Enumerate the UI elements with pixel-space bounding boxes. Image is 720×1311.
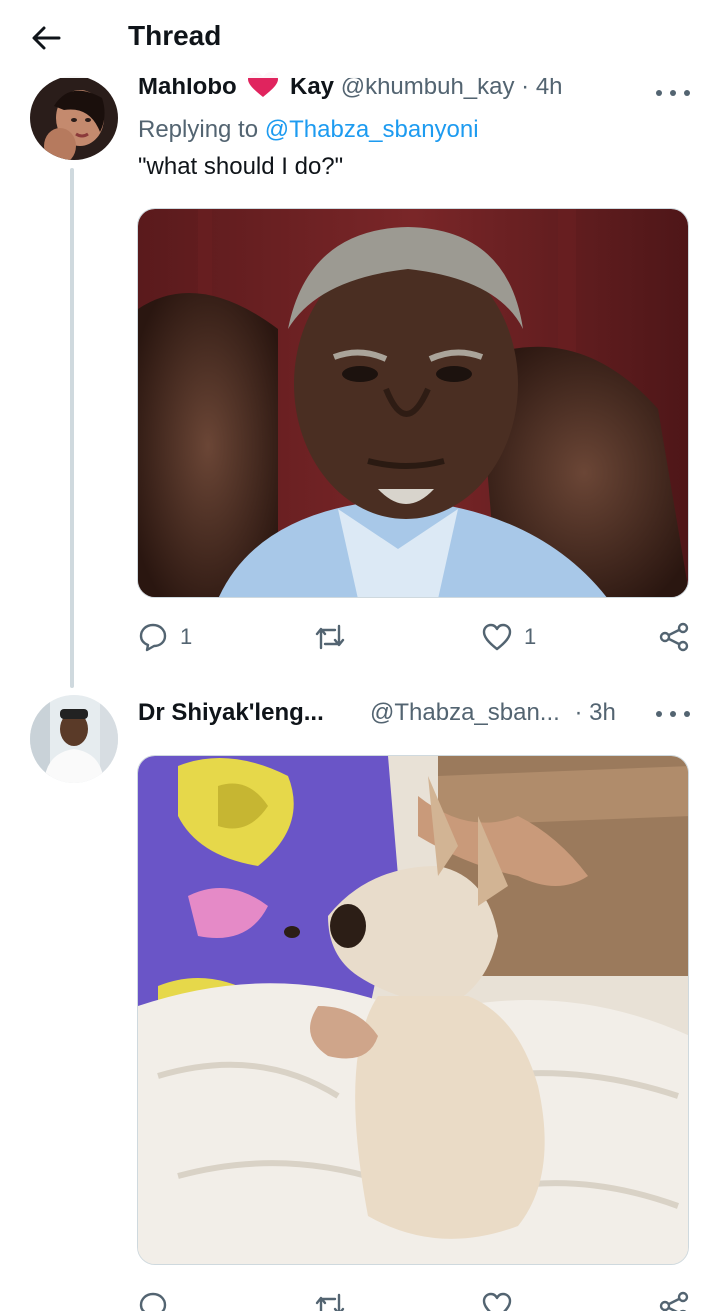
reply-button[interactable]: 1 (138, 617, 192, 657)
like-count: 1 (524, 624, 537, 649)
retweet-icon (315, 1293, 345, 1311)
retweet-button[interactable] (313, 1286, 347, 1311)
more-options-button[interactable] (656, 79, 690, 107)
tweet-actions: 1 1 (138, 617, 692, 657)
more-dot-icon (656, 90, 662, 96)
more-options-button[interactable] (656, 700, 690, 728)
author-handle[interactable]: @Thabza_sban... (370, 699, 560, 726)
replying-to: Replying to @Thabza_sbanyoni (138, 115, 479, 145)
like-button[interactable]: 1 (482, 617, 536, 657)
more-dot-icon (656, 711, 662, 717)
tweet-time[interactable]: · 3h (574, 699, 615, 726)
retweet-button[interactable] (313, 617, 359, 657)
avatar[interactable] (30, 76, 118, 160)
avatar[interactable] (30, 695, 118, 783)
author-name[interactable]: Dr Shiyak'leng... (138, 699, 324, 726)
tweet-text: "what should I do?" (138, 153, 344, 180)
share-icon (659, 622, 689, 652)
thread-connector (70, 168, 74, 688)
share-button[interactable] (658, 1286, 690, 1311)
retweet-icon (315, 624, 345, 650)
more-dot-icon (684, 90, 690, 96)
replying-label: Replying to (138, 116, 259, 143)
share-button[interactable] (658, 617, 690, 657)
tweet-header: Dr Shiyak'leng... (138, 698, 324, 728)
heart-icon (482, 1292, 512, 1311)
page-title: Thread (128, 20, 222, 51)
reply-icon (139, 623, 167, 652)
arrow-left-icon (32, 26, 61, 50)
more-dot-icon (684, 711, 690, 717)
tweet-meta: @Thabza_sban... · 3h (370, 698, 616, 728)
back-button[interactable] (22, 18, 70, 58)
tweet-image[interactable] (137, 208, 689, 598)
heart-icon (482, 623, 512, 651)
tweet-actions (138, 1286, 692, 1311)
tweet-image[interactable] (137, 755, 689, 1265)
reply-icon (139, 1292, 167, 1311)
share-icon (659, 1291, 689, 1311)
more-dot-icon (670, 711, 676, 717)
more-dot-icon (670, 90, 676, 96)
like-button[interactable] (482, 1286, 512, 1311)
reply-count: 1 (180, 624, 193, 649)
reply-button[interactable] (138, 1286, 168, 1311)
replying-to-handle[interactable]: @Thabza_sbanyoni (265, 116, 479, 143)
top-bar: Thread (0, 0, 720, 78)
